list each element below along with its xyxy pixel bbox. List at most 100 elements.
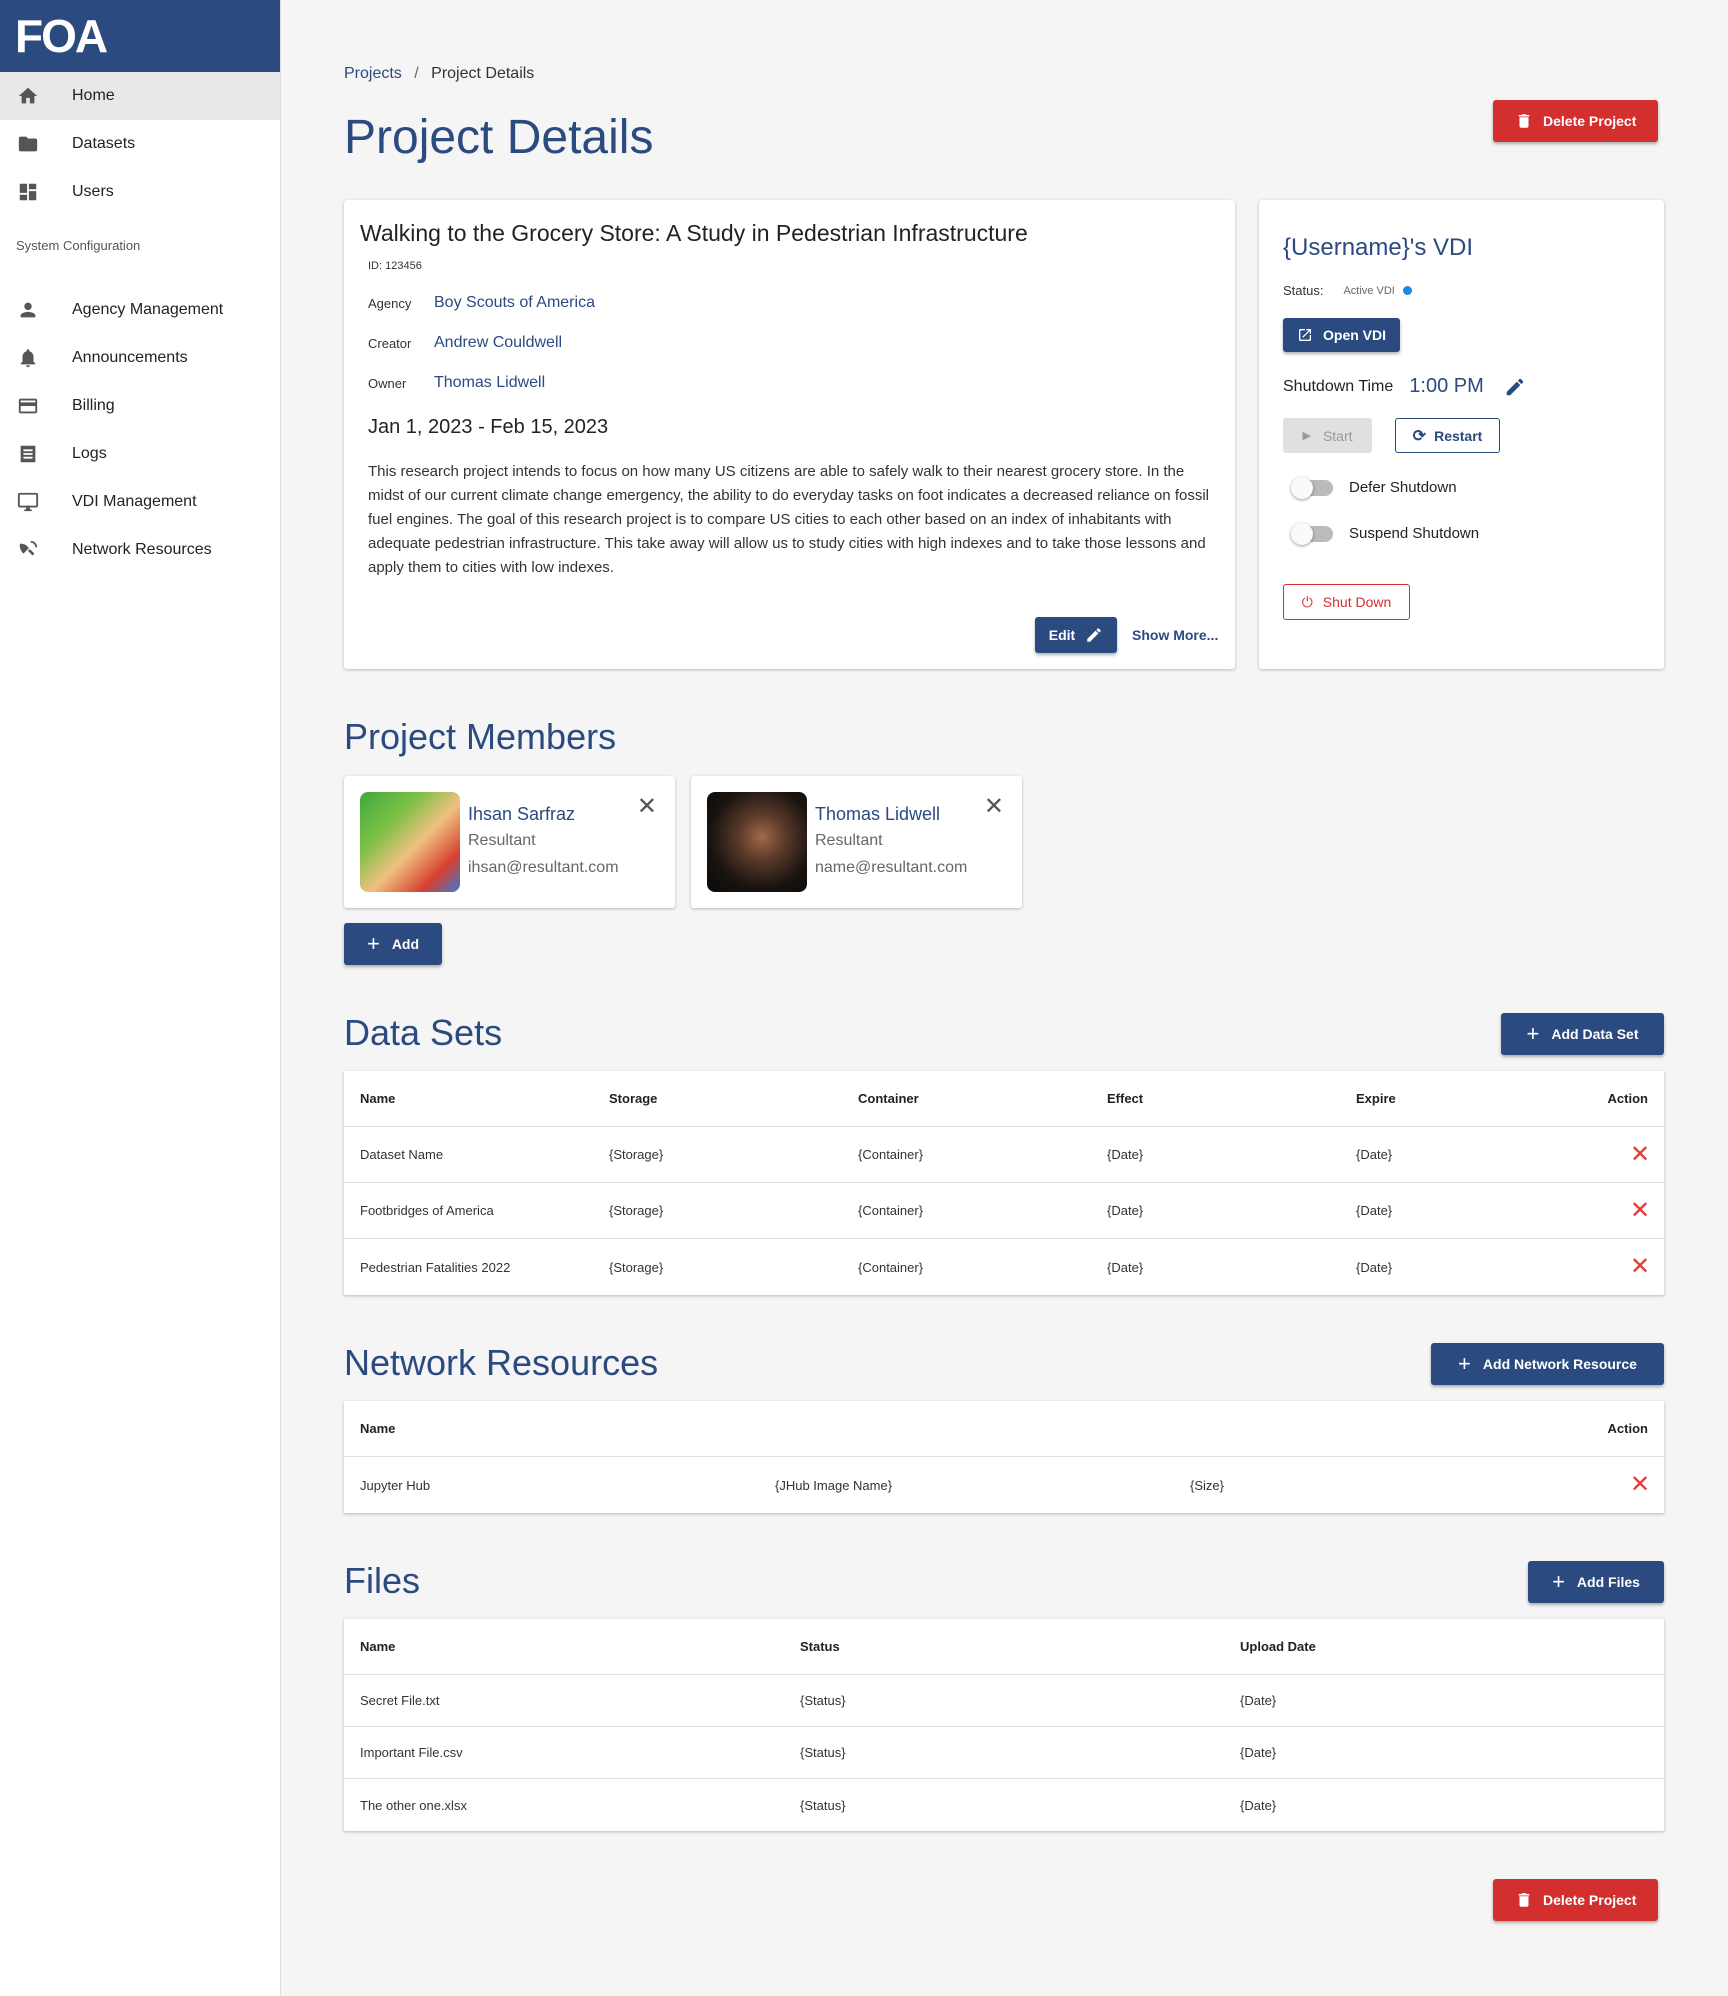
sidebar-item-agency-management[interactable]: Agency Management — [0, 286, 280, 334]
sidebar-section-label: System Configuration — [16, 238, 141, 253]
remove-icon[interactable]: ✕ — [1630, 1473, 1650, 1497]
column-header: Status — [800, 1639, 840, 1654]
owner-link[interactable]: Thomas Lidwell — [434, 374, 545, 392]
table-cell: {Date} — [1356, 1259, 1393, 1275]
pencil-icon[interactable] — [1504, 376, 1526, 398]
project-creator-row: Creator Andrew Couldwell — [368, 334, 562, 352]
agency-label: Agency — [368, 295, 412, 311]
add-data-set-button[interactable]: + Add Data Set — [1501, 1013, 1664, 1055]
sidebar-item-label: Network Resources — [72, 541, 212, 558]
table-cell: {Container} — [858, 1259, 924, 1275]
close-icon[interactable]: ✕ — [984, 792, 1004, 821]
table-cell: {Container} — [858, 1203, 924, 1218]
vdi-status-row: Status: Active VDI — [1283, 283, 1412, 298]
table-cell: Secret File.txt — [360, 1693, 440, 1708]
table-cell: {Storage} — [609, 1147, 664, 1162]
sidebar-item-label: Billing — [72, 397, 115, 414]
edit-button[interactable]: Edit — [1035, 617, 1117, 653]
member-name[interactable]: Ihsan Sarfraz — [468, 804, 575, 825]
restart-button[interactable]: ⟳ Restart — [1395, 418, 1500, 453]
open-vdi-label: Open VDI — [1323, 327, 1387, 343]
add-files-button[interactable]: + Add Files — [1528, 1561, 1664, 1603]
table-cell: {Storage} — [609, 1259, 664, 1275]
owner-label: Owner — [368, 375, 407, 391]
refresh-icon: ⟳ — [1412, 427, 1427, 445]
table-cell: {Status} — [800, 1797, 846, 1813]
agency-link[interactable]: Boy Scouts of America — [434, 294, 595, 312]
member-email: ihsan@resultant.com — [468, 859, 619, 876]
breadcrumb-current: Project Details — [431, 65, 535, 82]
creator-label: Creator — [368, 335, 412, 351]
avatar — [360, 792, 460, 892]
table-row[interactable]: Important File.csv {Status} {Date} — [344, 1727, 1664, 1779]
member-card: Ihsan Sarfraz Resultant ihsan@resultant.… — [344, 776, 675, 908]
delete-project-button[interactable]: Delete Project — [1493, 100, 1659, 142]
remove-icon[interactable]: ✕ — [1630, 1142, 1650, 1167]
open-vdi-button[interactable]: Open VDI — [1283, 318, 1401, 352]
remove-icon[interactable]: ✕ — [1630, 1198, 1650, 1223]
start-button[interactable]: ▶ Start — [1283, 418, 1372, 453]
table-row[interactable]: Pedestrian Fatalities 2022 {Storage} {Co… — [344, 1239, 1664, 1295]
sidebar-item-label: Announcements — [72, 349, 188, 366]
column-header: Expire — [1356, 1091, 1396, 1106]
bell-icon — [16, 346, 40, 370]
sidebar-item-network-resources[interactable]: Network Resources — [0, 526, 280, 574]
list-icon — [16, 442, 40, 466]
table-cell: Footbridges of America — [360, 1203, 494, 1218]
breadcrumb-projects-link[interactable]: Projects — [344, 65, 402, 82]
network-resources-heading: Network Resources — [344, 1342, 659, 1383]
sidebar-item-billing[interactable]: Billing — [0, 382, 280, 430]
sidebar-item-announcements[interactable]: Announcements — [0, 334, 280, 382]
trash-icon — [1518, 1893, 1530, 1907]
delete-project-button-bottom[interactable]: Delete Project — [1493, 1879, 1659, 1921]
suspend-shutdown-row: Suspend Shutdown — [1291, 522, 1479, 545]
sidebar-item-home[interactable]: Home — [0, 72, 280, 120]
dashboard-icon — [16, 180, 40, 204]
trash-icon — [1518, 114, 1530, 128]
defer-shutdown-toggle[interactable] — [1291, 476, 1333, 499]
breadcrumb-separator: / — [414, 65, 419, 82]
project-members-heading: Project Members — [344, 716, 617, 757]
page-title: Project Details — [344, 111, 654, 164]
plus-icon: + — [1526, 1021, 1540, 1046]
vdi-status-label: Status: — [1283, 283, 1324, 298]
project-dates: Jan 1, 2023 - Feb 15, 2023 — [368, 416, 609, 438]
shut-down-button[interactable]: ⏻ Shut Down — [1283, 584, 1410, 620]
creator-link[interactable]: Andrew Couldwell — [434, 334, 562, 352]
vdi-title: {Username}'s VDI — [1283, 234, 1473, 261]
add-member-button[interactable]: + Add — [344, 923, 442, 965]
sidebar-item-vdi-management[interactable]: VDI Management — [0, 478, 280, 526]
table-cell: Dataset Name — [360, 1147, 444, 1162]
member-name[interactable]: Thomas Lidwell — [815, 804, 940, 825]
table-cell: {Container} — [858, 1147, 924, 1162]
table-cell: {Status} — [800, 1693, 846, 1708]
project-owner-row: Owner Thomas Lidwell — [368, 374, 545, 392]
table-row[interactable]: Jupyter Hub {JHub Image Name} {Size} ✕ — [344, 1457, 1664, 1513]
vdi-card: {Username}'s VDI Status: Active VDI Open… — [1259, 200, 1664, 669]
plus-icon: + — [1458, 1351, 1471, 1376]
table-header: Name Status Upload Date — [344, 1619, 1664, 1675]
add-data-set-label: Add Data Set — [1551, 1026, 1639, 1042]
project-description: This research project intends to focus o… — [368, 463, 1209, 576]
table-row[interactable]: Dataset Name {Storage} {Container} {Date… — [344, 1127, 1664, 1183]
plus-icon: + — [366, 931, 380, 956]
table-cell: {Date} — [1107, 1147, 1144, 1162]
sidebar-item-logs[interactable]: Logs — [0, 430, 280, 478]
suspend-shutdown-toggle[interactable] — [1291, 522, 1333, 545]
show-more-link[interactable]: Show More... — [1132, 627, 1218, 643]
sidebar-item-label: Home — [72, 87, 115, 104]
sidebar-item-users[interactable]: Users — [0, 168, 280, 216]
table-row[interactable]: Footbridges of America {Storage} {Contai… — [344, 1183, 1664, 1239]
table-header: Name Storage Container Effect Expire Act… — [344, 1071, 1664, 1127]
table-row[interactable]: The other one.xlsx {Status} {Date} — [344, 1779, 1664, 1831]
remove-icon[interactable]: ✕ — [1630, 1255, 1650, 1279]
breadcrumb: Projects / Project Details — [344, 65, 534, 83]
app-logo[interactable]: FOA — [0, 0, 280, 72]
sidebar-item-datasets[interactable]: Datasets — [0, 120, 280, 168]
table-row[interactable]: Secret File.txt {Status} {Date} — [344, 1675, 1664, 1727]
delete-project-label: Delete Project — [1543, 113, 1637, 129]
close-icon[interactable]: ✕ — [637, 792, 657, 821]
add-network-resource-button[interactable]: + Add Network Resource — [1431, 1343, 1664, 1385]
status-dot-icon — [1402, 286, 1412, 295]
column-header: Action — [1607, 1091, 1648, 1106]
